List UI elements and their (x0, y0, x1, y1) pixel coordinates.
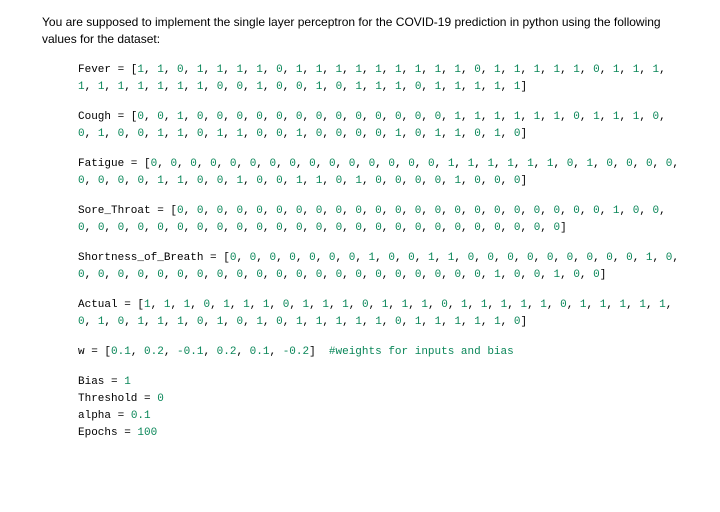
intro-text: You are supposed to implement the single… (42, 14, 684, 48)
code-section: Fever = [1, 1, 0, 1, 1, 1, 1, 0, 1, 1, 1… (42, 62, 684, 443)
params-block: Bias = 1 Threshold = 0 alpha = 0.1 Epoch… (78, 374, 684, 442)
sore-throat-line: Sore_Throat = [0, 0, 0, 0, 0, 0, 0, 0, 0… (78, 203, 684, 237)
shortness-line: Shortness_of_Breath = [0, 0, 0, 0, 0, 0,… (78, 250, 684, 284)
fatigue-line: Fatigue = [0, 0, 0, 0, 0, 0, 0, 0, 0, 0,… (78, 156, 684, 190)
actual-line: Actual = [1, 1, 1, 0, 1, 1, 1, 0, 1, 1, … (78, 297, 684, 331)
weights-line: w = [0.1, 0.2, -0.1, 0.2, 0.1, -0.2] #we… (78, 344, 684, 361)
cough-line: Cough = [0, 0, 1, 0, 0, 0, 0, 0, 0, 0, 0… (78, 109, 684, 143)
fever-line: Fever = [1, 1, 0, 1, 1, 1, 1, 0, 1, 1, 1… (78, 62, 684, 96)
